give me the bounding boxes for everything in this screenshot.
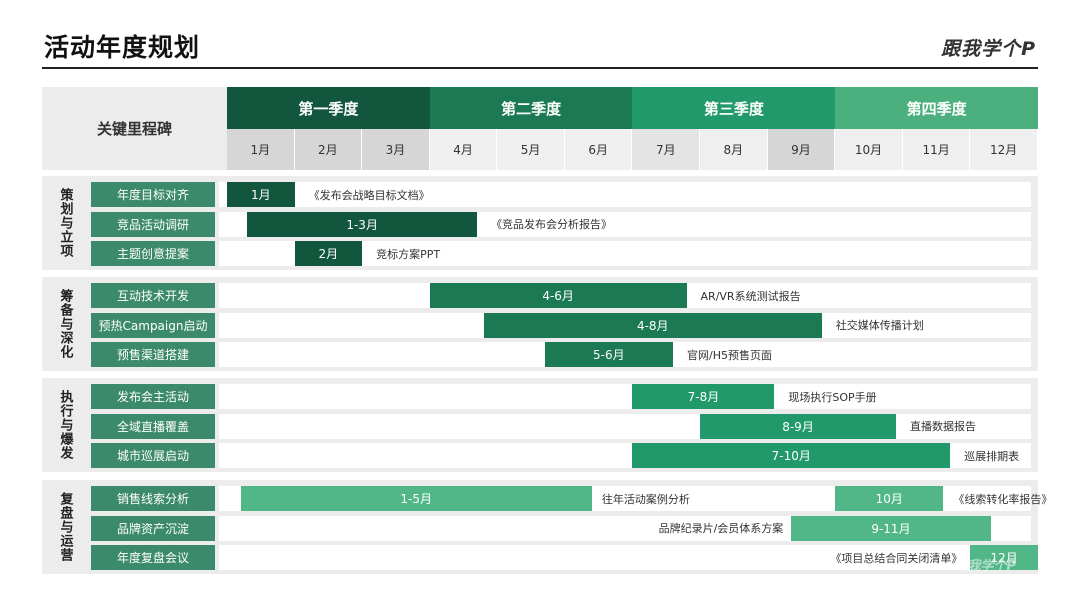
milestone-label: 城市巡展启动 <box>91 443 215 468</box>
phase-label: 策划与立项 <box>50 178 80 268</box>
timeline-track <box>219 384 1031 409</box>
month-header: 6月 <box>564 129 633 170</box>
milestone-header: 关键里程碑 <box>42 87 227 170</box>
deliverable-note: 竞标方案PPT <box>376 247 441 261</box>
milestone-label: 预热Campaign启动 <box>91 312 215 338</box>
quarter-header: 第四季度 <box>835 87 1038 129</box>
month-header: 5月 <box>497 129 565 170</box>
quarter-header: 第二季度 <box>429 87 633 129</box>
milestone-label: 品牌资产沉淀 <box>91 515 215 541</box>
milestone-label: 年度复盘会议 <box>91 545 215 570</box>
quarter-header: 第一季度 <box>227 87 430 129</box>
gantt-bar: 1-3月 <box>247 211 478 237</box>
month-header: 3月 <box>362 129 430 170</box>
month-header: 12月 <box>970 129 1038 170</box>
milestone-label: 销售线索分析 <box>91 486 215 511</box>
deliverable-note: AR/VR系统测试报告 <box>700 289 801 303</box>
deliverable-note: 官网/H5预售页面 <box>687 348 772 362</box>
gantt-bar: 5-6月 <box>544 342 674 367</box>
gantt-bar: 10月 <box>835 486 944 511</box>
month-header: 2月 <box>294 129 363 170</box>
deliverable-note: 现场执行SOP手册 <box>788 390 877 404</box>
quarter-header: 第三季度 <box>632 87 836 129</box>
gantt-bar: 2月 <box>294 241 363 266</box>
gantt-bar: 9-11月 <box>791 515 991 541</box>
milestone-label: 预售渠道搭建 <box>91 342 215 367</box>
gantt-bar: 7-8月 <box>632 384 775 409</box>
gantt-bar: 7-10月 <box>632 443 951 468</box>
gantt-bar: 4-6月 <box>429 283 687 308</box>
month-header: 1月 <box>227 129 295 170</box>
watermark: 跟我学个P <box>954 559 1016 574</box>
phase-label-text: 策划与立项 <box>57 188 73 258</box>
month-header: 11月 <box>902 129 971 170</box>
phase-label-text: 筹备与深化 <box>57 289 73 359</box>
month-header: 8月 <box>700 129 768 170</box>
phase-label: 执行与爆发 <box>50 380 80 470</box>
gantt-bar: 8-9月 <box>700 413 897 439</box>
deliverable-note: 《项目总结合同关闭清单》 <box>830 551 963 565</box>
deliverable-note: 社交媒体传播计划 <box>835 319 924 332</box>
deliverable-note: 《竞品发布会分析报告》 <box>491 218 613 231</box>
gantt-bar: 1-5月 <box>240 486 592 511</box>
deliverable-note: 巡展排期表 <box>964 449 1020 463</box>
month-header: 4月 <box>429 129 498 170</box>
deliverable-note: 品牌纪录片/会员体系方案 <box>658 522 784 535</box>
brand-logo: 跟我学个P <box>941 38 1036 60</box>
deliverable-note: 直播数据报告 <box>910 420 977 433</box>
milestone-label: 发布会主活动 <box>91 384 215 409</box>
gantt-bar: 4-8月 <box>483 312 822 338</box>
month-header: 7月 <box>632 129 701 170</box>
milestone-label: 互动技术开发 <box>91 283 215 308</box>
page-title: 活动年度规划 <box>44 33 201 62</box>
milestone-label: 全域直播覆盖 <box>91 413 215 439</box>
gantt-bar: 1月 <box>227 182 295 207</box>
month-header: 10月 <box>835 129 903 170</box>
phase-label-text: 复盘与运营 <box>57 492 73 562</box>
deliverable-note: 《发布会战略目标文档》 <box>308 188 430 202</box>
milestone-label: 年度目标对齐 <box>91 182 215 207</box>
title-divider <box>42 67 1038 69</box>
phase-label: 复盘与运营 <box>50 482 80 572</box>
phase-label: 筹备与深化 <box>50 279 80 369</box>
phase-label-text: 执行与爆发 <box>57 390 73 460</box>
milestone-label: 竞品活动调研 <box>91 211 215 237</box>
deliverable-note: 《线索转化率报告》 <box>953 492 1053 506</box>
deliverable-note: 往年活动案例分析 <box>601 492 690 506</box>
month-header: 9月 <box>767 129 836 170</box>
milestone-label: 主题创意提案 <box>91 241 215 266</box>
